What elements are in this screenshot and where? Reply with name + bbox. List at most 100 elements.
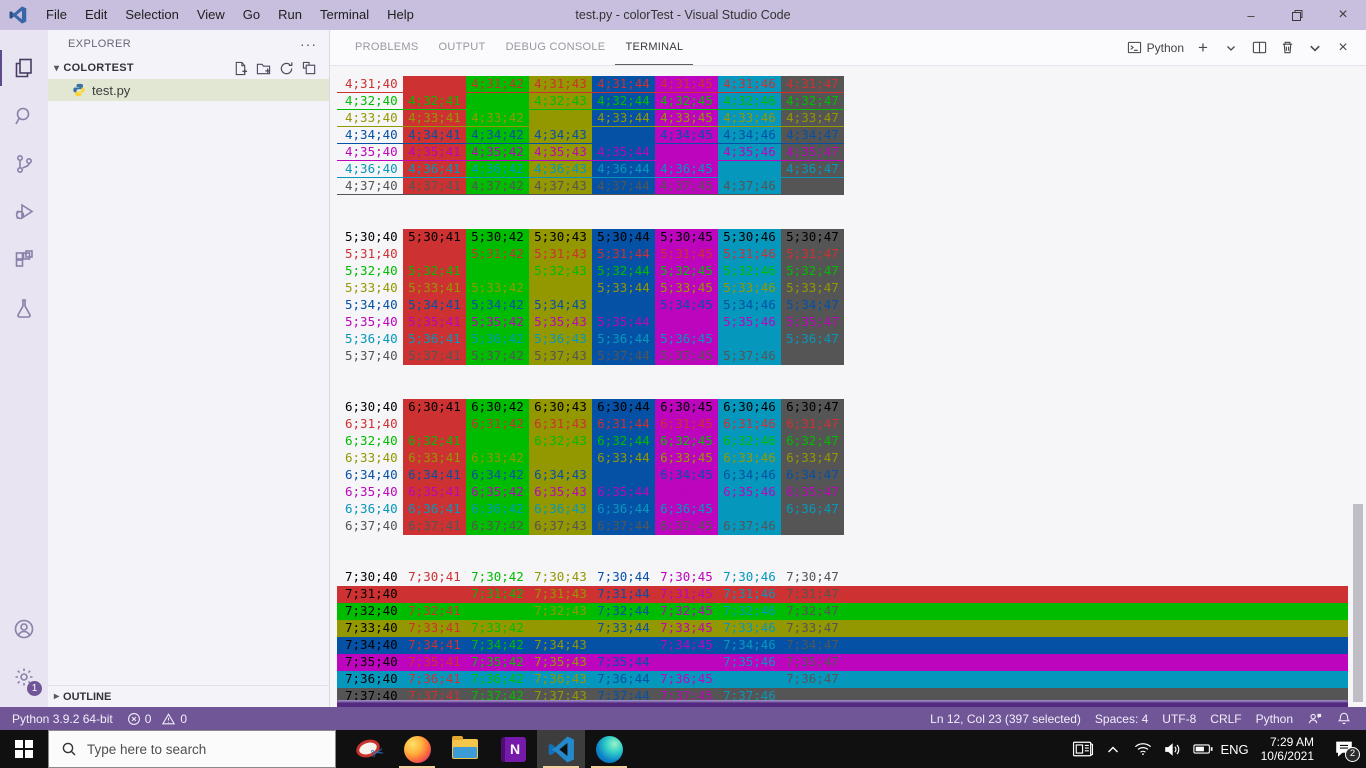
menu-item-terminal[interactable]: Terminal — [311, 0, 378, 30]
restore-button[interactable] — [1274, 0, 1320, 30]
ansi-cell: 5;35;43 — [529, 314, 592, 331]
source-control-icon[interactable] — [0, 140, 48, 188]
terminal-shell-indicator[interactable]: Python — [1127, 40, 1184, 55]
ansi-row: 6;30;406;30;416;30;426;30;436;30;446;30;… — [337, 399, 844, 416]
maximize-panel-icon[interactable] — [1306, 39, 1324, 57]
ansi-cell: 7;36;44 — [592, 671, 655, 688]
battery-icon[interactable] — [1190, 730, 1216, 768]
ansi-cell: 6;33;43 — [529, 450, 592, 467]
new-file-icon[interactable] — [233, 61, 248, 76]
sidebar-header: EXPLORER ··· — [48, 30, 329, 57]
ansi-cell: 5;31;44 — [592, 246, 655, 263]
menu-item-go[interactable]: Go — [234, 0, 269, 30]
outline-section[interactable]: ▸ OUTLINE — [48, 685, 329, 707]
ansi-cell: 6;36;46 — [718, 501, 781, 518]
close-panel-icon[interactable]: × — [1334, 39, 1352, 57]
run-debug-icon[interactable] — [0, 188, 48, 236]
menu-item-selection[interactable]: Selection — [116, 0, 187, 30]
ansi-cell: 5;34;45 — [655, 297, 718, 314]
cursor-position-status[interactable]: Ln 12, Col 23 (397 selected) — [923, 707, 1088, 730]
ansi-row: 6;36;406;36;416;36;426;36;436;36;446;36;… — [337, 501, 844, 518]
tab-terminal[interactable]: TERMINAL — [615, 30, 693, 65]
new-terminal-icon[interactable]: + — [1194, 39, 1212, 57]
terminal-scrollbar-thumb[interactable] — [1353, 504, 1363, 702]
menu-item-view[interactable]: View — [188, 0, 234, 30]
collapse-all-icon[interactable] — [302, 61, 317, 76]
start-button[interactable] — [0, 730, 48, 768]
search-icon[interactable] — [0, 92, 48, 140]
ansi-cell: 6;37;47 — [781, 518, 844, 535]
split-terminal-icon[interactable] — [1250, 39, 1268, 57]
ansi-cell: 5;32;40 — [337, 263, 403, 280]
folder-section-colortest[interactable]: ▾ COLORTEST — [48, 57, 329, 79]
python-interpreter-status[interactable]: Python 3.9.2 64-bit — [5, 707, 120, 730]
ansi-row: 5;37;405;37;415;37;425;37;435;37;445;37;… — [337, 348, 844, 365]
ansi-cell: 6;35;40 — [337, 484, 403, 501]
terminal-dropdown-icon[interactable] — [1222, 39, 1240, 57]
close-window-button[interactable]: × — [1320, 0, 1366, 30]
sidebar-more-icon[interactable]: ··· — [300, 36, 317, 52]
refresh-icon[interactable] — [279, 61, 294, 76]
ansi-cell: 5;36;46 — [718, 331, 781, 348]
ansi-cell: 6;34;47 — [781, 467, 844, 484]
time-label: 7:29 AM — [1261, 735, 1314, 749]
menu-item-file[interactable]: File — [37, 0, 76, 30]
tab-problems[interactable]: PROBLEMS — [345, 30, 429, 65]
ansi-cell: 4;31;46 — [718, 76, 781, 92]
feedback-status[interactable] — [1300, 707, 1330, 730]
ansi-cell: 4;36;40 — [337, 161, 403, 177]
ansi-cell: 6;33;44 — [592, 450, 655, 467]
menu-item-help[interactable]: Help — [378, 0, 423, 30]
volume-icon[interactable] — [1160, 730, 1186, 768]
kill-terminal-icon[interactable] — [1278, 39, 1296, 57]
widgets-icon[interactable] — [1070, 730, 1096, 768]
terminal-viewport[interactable]: 4;31;404;31;414;31;424;31;434;31;444;31;… — [330, 66, 1366, 707]
tab-output[interactable]: OUTPUT — [429, 30, 496, 65]
ansi-cell: 6;37;43 — [529, 518, 592, 535]
notifications-status[interactable] — [1330, 707, 1358, 730]
chevron-down-icon: ▾ — [54, 63, 59, 74]
ansi-cell: 4;34;47 — [781, 127, 844, 143]
ansi-cell: 6;32;40 — [337, 433, 403, 450]
vscode-logo-icon — [9, 6, 27, 24]
error-count: 0 — [145, 712, 152, 726]
taskbar-app-onenote[interactable]: N — [489, 730, 537, 768]
taskbar-search-box[interactable]: Type here to search — [48, 730, 336, 768]
testing-icon[interactable] — [0, 284, 48, 332]
action-center[interactable]: 2 — [1326, 730, 1362, 768]
file-item-testpy[interactable]: test.py — [48, 79, 329, 101]
language-indicator[interactable]: ENG — [1220, 730, 1248, 768]
taskbar-app-edge[interactable] — [585, 730, 633, 768]
extensions-icon[interactable] — [0, 236, 48, 284]
taskbar-app-firefox[interactable] — [393, 730, 441, 768]
taskbar-app-file-explorer[interactable] — [441, 730, 489, 768]
ansi-row: 5;34;405;34;415;34;425;34;435;34;445;34;… — [337, 297, 844, 314]
ansi-cell: 4;36;47 — [781, 161, 844, 177]
taskbar-app-vscode[interactable] — [537, 730, 585, 768]
ansi-cell: 4;35;41 — [403, 144, 466, 160]
ansi-cell: 6;35;46 — [718, 484, 781, 501]
clock[interactable]: 7:29 AM 10/6/2021 — [1253, 735, 1322, 763]
tab-debug-console[interactable]: DEBUG CONSOLE — [496, 30, 616, 65]
hidden-icons-chevron[interactable] — [1100, 730, 1126, 768]
ansi-cell: 7;30;44 — [592, 569, 655, 586]
ansi-cell: 5;36;44 — [592, 331, 655, 348]
new-folder-icon[interactable] — [256, 61, 271, 76]
taskbar-app-snipping-tool[interactable]: ✂ — [345, 730, 393, 768]
menu-item-run[interactable]: Run — [269, 0, 311, 30]
language-mode-status[interactable]: Python — [1249, 707, 1300, 730]
encoding-status[interactable]: UTF-8 — [1155, 707, 1203, 730]
ansi-cell: 6;32;42 — [466, 433, 529, 450]
eol-status[interactable]: CRLF — [1203, 707, 1248, 730]
problems-status[interactable]: 0 0 — [120, 707, 194, 730]
minimize-button[interactable]: – — [1228, 0, 1274, 30]
ansi-cell: 7;35;42 — [466, 654, 529, 671]
account-icon[interactable] — [0, 605, 48, 653]
menu-item-edit[interactable]: Edit — [76, 0, 116, 30]
ansi-cell: 5;33;44 — [592, 280, 655, 297]
ansi-cell: 6;30;42 — [466, 399, 529, 416]
indentation-status[interactable]: Spaces: 4 — [1088, 707, 1155, 730]
wifi-icon[interactable] — [1130, 730, 1156, 768]
settings-gear-icon[interactable]: 1 — [0, 653, 48, 701]
explorer-icon[interactable] — [0, 44, 48, 92]
